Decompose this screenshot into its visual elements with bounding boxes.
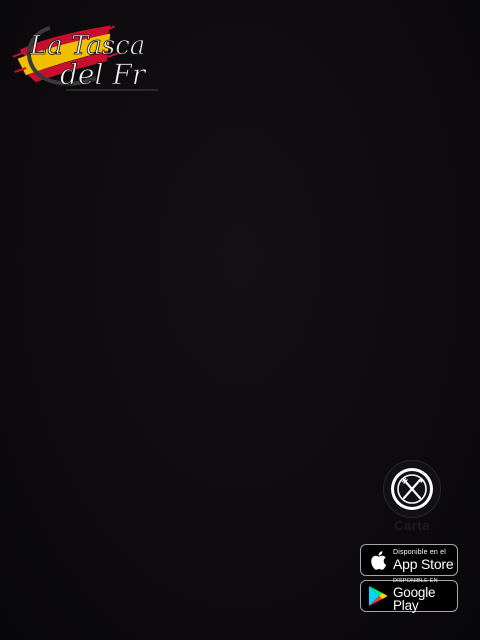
menu-button-label: Carta: [394, 518, 430, 533]
app-store-badge[interactable]: Disponible en el App Store: [360, 544, 458, 576]
logo-graphic: La Tasca del Fr: [12, 25, 158, 91]
google-play-name: Google Play: [393, 584, 436, 614]
google-play-icon: [367, 585, 389, 607]
app-store-name: App Store: [393, 556, 454, 572]
logo-line2: del Fr: [60, 58, 147, 91]
fork-knife-icon: [391, 468, 433, 510]
app-screen: La Tasca del Fr Carta Disponible en el A…: [0, 0, 480, 640]
logo-line1: La Tasca: [29, 31, 145, 61]
app-store-caption: Disponible en el: [393, 549, 447, 556]
menu-button-circle: [383, 460, 441, 518]
google-play-badge[interactable]: DISPONIBLE EN Google Play: [360, 579, 458, 613]
restaurant-logo[interactable]: La Tasca del Fr: [8, 8, 168, 94]
google-play-caption: DISPONIBLE EN: [393, 578, 438, 585]
google-play-badge-text: DISPONIBLE EN Google Play: [393, 579, 457, 613]
app-store-badge-text: Disponible en el App Store: [393, 549, 454, 572]
menu-button[interactable]: Carta: [376, 460, 448, 536]
apple-icon: [367, 549, 389, 571]
